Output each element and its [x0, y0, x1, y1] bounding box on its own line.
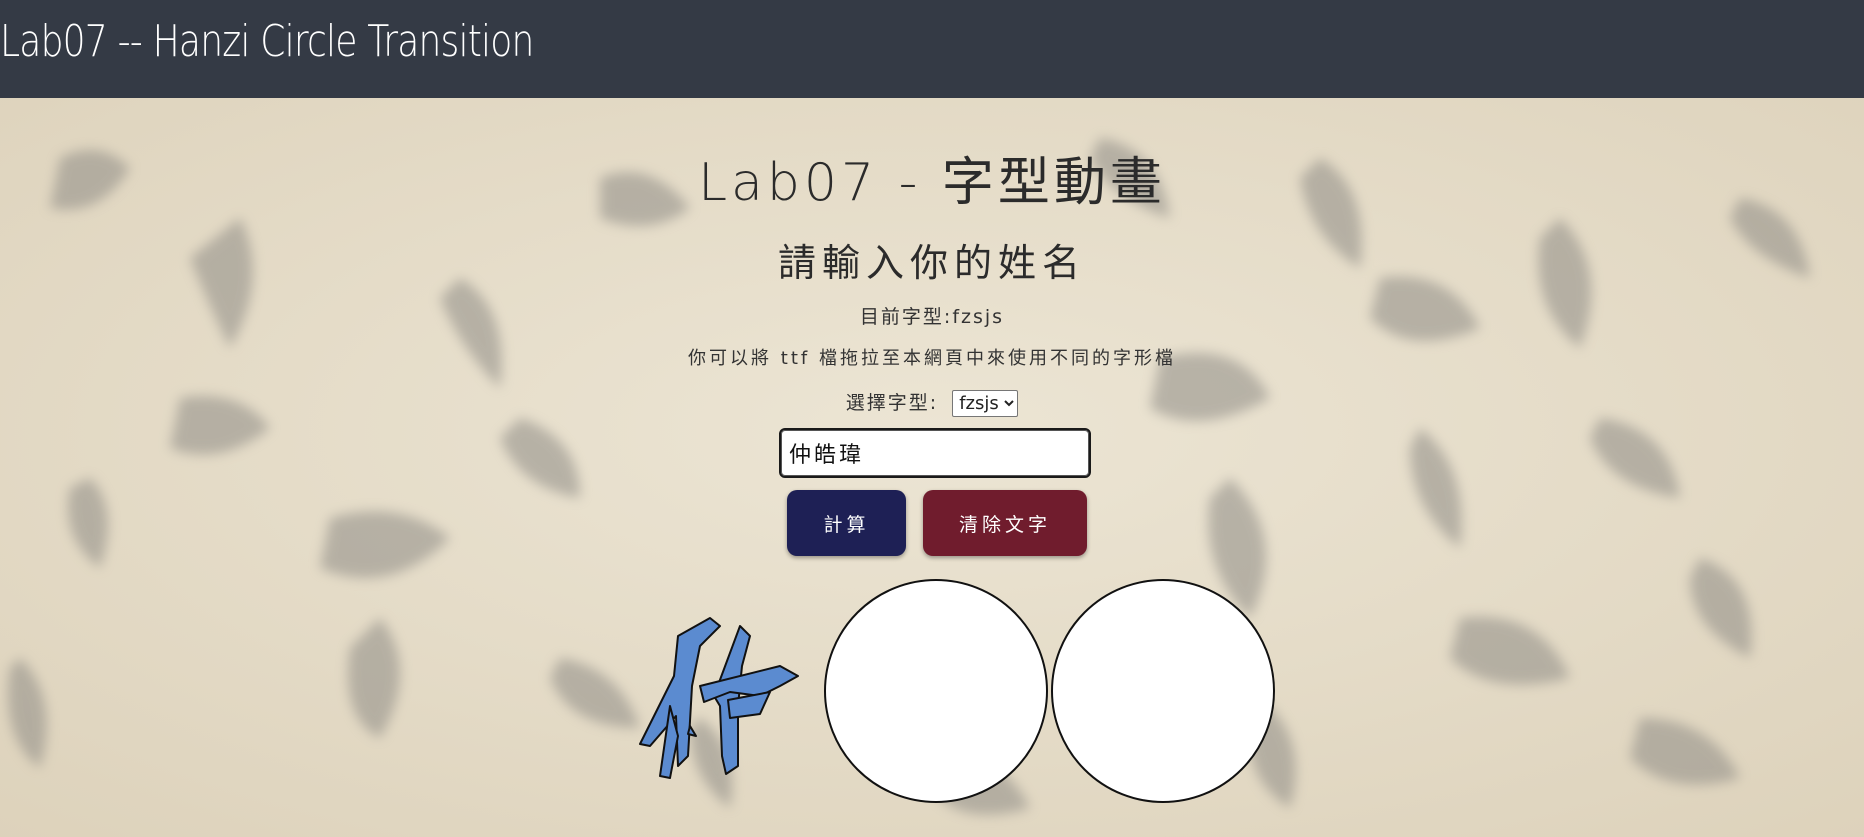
- main-stage: Lab07 - 字型動畫 請輸入你的姓名 目前字型:fzsjs 你可以將 ttf…: [0, 98, 1864, 837]
- calculate-button[interactable]: 計算: [787, 490, 906, 556]
- transition-circle-1: [824, 579, 1048, 803]
- name-input[interactable]: [779, 428, 1091, 478]
- top-navbar: Lab07 -- Hanzi Circle Transition: [0, 0, 1864, 98]
- font-select-label: 選擇字型:: [845, 392, 939, 414]
- current-font-line: 目前字型:fzsjs: [0, 302, 1864, 329]
- drag-drop-hint: 你可以將 ttf 檔拖拉至本網頁中來使用不同的字形檔: [688, 348, 1176, 369]
- page-subheading: 請輸入你的姓名: [777, 241, 1086, 285]
- app-title: Lab07 -- Hanzi Circle Transition: [0, 16, 534, 67]
- clear-text-button[interactable]: 清除文字: [923, 490, 1087, 556]
- page-heading: Lab07 - 字型動畫: [698, 153, 1166, 213]
- font-select[interactable]: fzsjs: [952, 390, 1019, 417]
- transition-circle-2: [1051, 579, 1275, 803]
- current-font-label: 目前字型:: [859, 306, 953, 328]
- hanzi-glyph-icon: [639, 617, 799, 779]
- font-select-row: 選擇字型: fzsjs: [0, 388, 1864, 417]
- current-font-value: fzsjs: [952, 306, 1005, 328]
- content-area: Lab07 - 字型動畫 請輸入你的姓名 目前字型:fzsjs 你可以將 ttf…: [0, 98, 1864, 837]
